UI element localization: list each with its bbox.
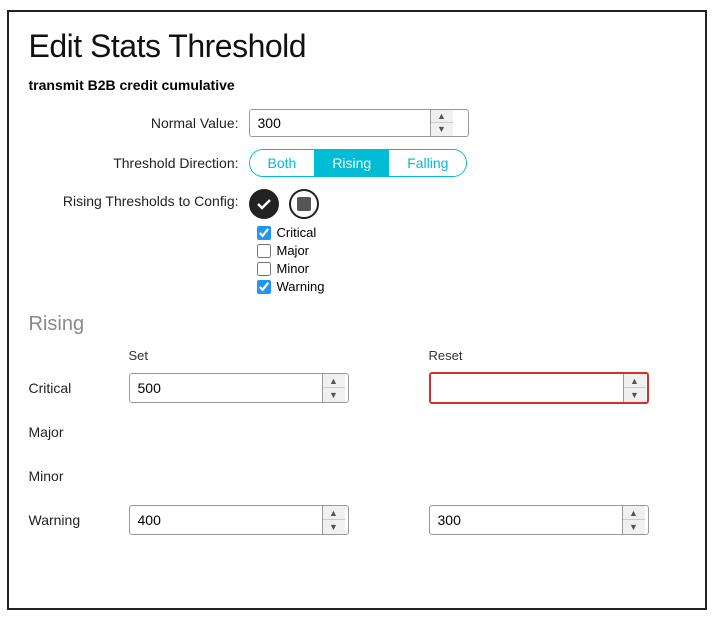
threshold-direction-toggle[interactable]: Both Rising Falling	[249, 149, 468, 177]
check-circle-filled-icon[interactable]	[249, 189, 279, 219]
spin-down-icon[interactable]: ▼	[431, 123, 453, 136]
threshold-direction-label: Threshold Direction:	[29, 155, 249, 171]
spin-down-icon[interactable]: ▼	[623, 520, 645, 534]
major-row: Major	[29, 415, 685, 449]
reset-header: Reset	[429, 348, 463, 363]
set-header: Set	[129, 348, 349, 363]
spin-up-icon[interactable]: ▲	[323, 374, 345, 388]
warning-reset-field[interactable]: ▲ ▼	[429, 505, 649, 535]
spin-up-icon[interactable]: ▲	[623, 506, 645, 520]
dialog-title: Edit Stats Threshold	[29, 28, 685, 65]
warning-reset-input[interactable]	[430, 507, 622, 533]
checkbox-major-label: Major	[277, 243, 310, 258]
normal-value-row: Normal Value: ▲ ▼	[29, 109, 685, 137]
checkbox-warning-label: Warning	[277, 279, 325, 294]
warning-reset-spinner[interactable]: ▲ ▼	[622, 506, 645, 534]
warning-set-spinner[interactable]: ▲ ▼	[322, 506, 345, 534]
warning-row: Warning ▲ ▼ ▲ ▼	[29, 503, 685, 537]
spin-up-icon[interactable]: ▲	[431, 110, 453, 123]
checkbox-minor-label: Minor	[277, 261, 310, 276]
threshold-icon-row	[249, 189, 325, 219]
section-subtitle: transmit B2B credit cumulative	[29, 77, 685, 93]
spin-down-icon[interactable]: ▼	[624, 388, 646, 402]
critical-label: Critical	[29, 380, 129, 396]
checkbox-minor[interactable]: Minor	[257, 261, 325, 276]
checkbox-critical-label: Critical	[277, 225, 317, 240]
rising-section: Rising Set Reset Critical ▲ ▼ ▲ ▼	[29, 313, 685, 537]
checkbox-list: Critical Major Minor Warning	[257, 225, 325, 297]
warning-set-input[interactable]	[130, 507, 322, 533]
square-inner	[297, 197, 311, 211]
minor-label: Minor	[29, 468, 129, 484]
normal-value-spinner[interactable]: ▲ ▼	[430, 110, 453, 136]
warning-set-field[interactable]: ▲ ▼	[129, 505, 349, 535]
spin-down-icon[interactable]: ▼	[323, 388, 345, 402]
normal-value-label: Normal Value:	[29, 115, 249, 131]
checkbox-critical[interactable]: Critical	[257, 225, 325, 240]
edit-stats-threshold-dialog: Edit Stats Threshold transmit B2B credit…	[7, 10, 707, 610]
toggle-both[interactable]: Both	[250, 150, 315, 176]
grid-header-row: Set Reset	[29, 348, 685, 363]
minor-row: Minor	[29, 459, 685, 493]
critical-reset-input[interactable]	[431, 375, 623, 401]
checkbox-critical-input[interactable]	[257, 226, 271, 240]
rising-thresholds-label: Rising Thresholds to Config:	[29, 189, 249, 209]
critical-reset-spinner[interactable]: ▲ ▼	[623, 374, 646, 402]
critical-set-spinner[interactable]: ▲ ▼	[322, 374, 345, 402]
toggle-rising[interactable]: Rising	[314, 150, 389, 176]
critical-row: Critical ▲ ▼ ▲ ▼	[29, 371, 685, 405]
checkbox-minor-input[interactable]	[257, 262, 271, 276]
normal-value-field[interactable]: ▲ ▼	[249, 109, 469, 137]
spin-up-icon[interactable]: ▲	[323, 506, 345, 520]
square-circle-icon[interactable]	[289, 189, 319, 219]
rising-thresholds-row: Rising Thresholds to Config: Critical Ma…	[29, 189, 685, 297]
checkbox-warning[interactable]: Warning	[257, 279, 325, 294]
spin-up-icon[interactable]: ▲	[624, 374, 646, 388]
critical-set-field[interactable]: ▲ ▼	[129, 373, 349, 403]
checkbox-major[interactable]: Major	[257, 243, 325, 258]
spin-down-icon[interactable]: ▼	[323, 520, 345, 534]
rising-title: Rising	[29, 313, 685, 336]
threshold-direction-row: Threshold Direction: Both Rising Falling	[29, 149, 685, 177]
major-label: Major	[29, 424, 129, 440]
critical-set-input[interactable]	[130, 375, 322, 401]
toggle-falling[interactable]: Falling	[389, 150, 466, 176]
checkbox-warning-input[interactable]	[257, 280, 271, 294]
checkbox-major-input[interactable]	[257, 244, 271, 258]
critical-reset-field[interactable]: ▲ ▼	[429, 372, 649, 404]
normal-value-input[interactable]	[250, 110, 430, 136]
warning-label: Warning	[29, 512, 129, 528]
